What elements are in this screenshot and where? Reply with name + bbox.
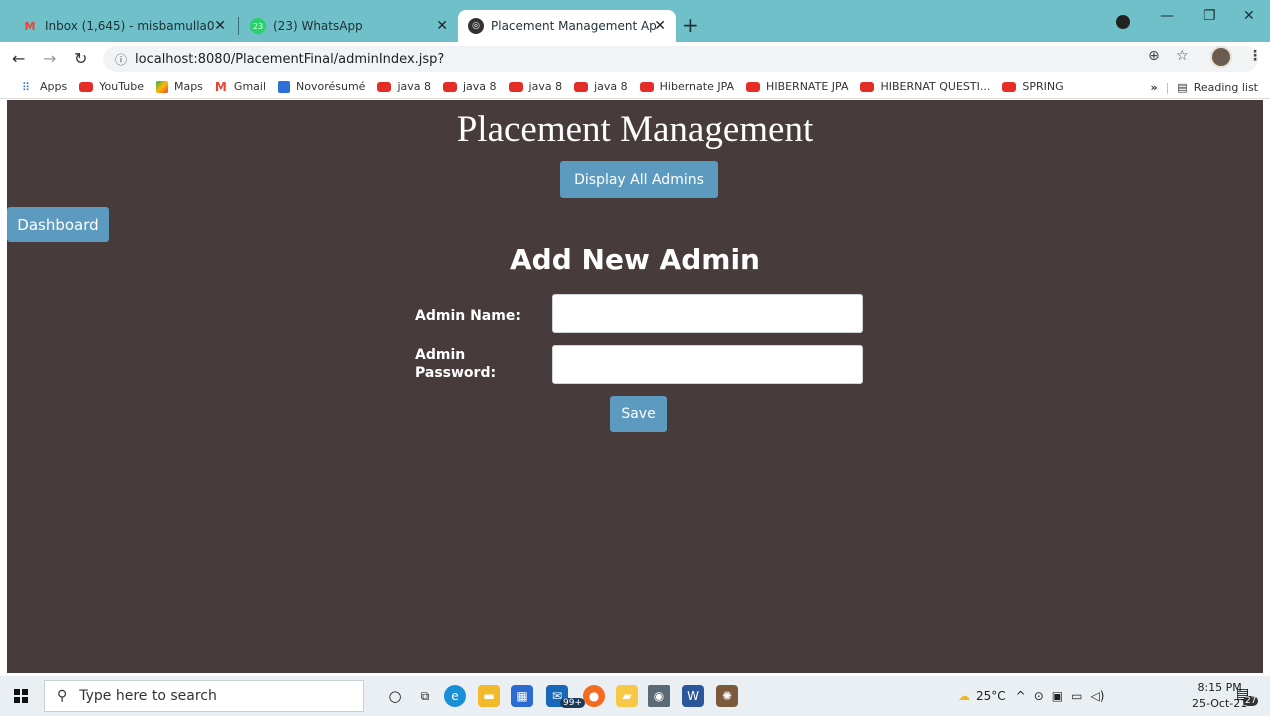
- page-content: Placement Management Display All Admins …: [7, 100, 1263, 673]
- maps-icon: [155, 80, 168, 93]
- notification-badge: 27: [1243, 696, 1259, 706]
- admin-password-field[interactable]: [552, 345, 863, 384]
- firefox-icon[interactable]: ●: [583, 685, 605, 707]
- back-icon[interactable]: ←: [12, 49, 25, 68]
- chrome-icon[interactable]: ◉: [648, 685, 670, 707]
- dashboard-button[interactable]: Dashboard: [7, 207, 109, 242]
- youtube-icon: [79, 81, 94, 92]
- search-icon: ⚲: [57, 688, 68, 704]
- gmail-icon: M: [24, 19, 36, 33]
- more-bookmarks-icon[interactable]: »: [1150, 81, 1157, 94]
- divider: |: [1165, 81, 1170, 94]
- app-icon[interactable]: ✺: [716, 685, 738, 707]
- youtube-icon: [639, 81, 654, 92]
- reading-list[interactable]: » | ▤ Reading list: [1150, 81, 1258, 94]
- bookmark-hibernat-questions[interactable]: HIBERNAT QUESTI...: [860, 80, 990, 93]
- reading-list-icon: ▤: [1177, 81, 1188, 94]
- bookmark-gmail[interactable]: M Gmail: [215, 80, 266, 94]
- avatar[interactable]: [1210, 46, 1232, 68]
- admin-password-label: Admin Password:: [415, 347, 497, 381]
- minimize-icon[interactable]: —: [1160, 8, 1174, 24]
- system-tray: ☁ 25°C ^ ⊙ ▣ ▭ ◁): [958, 676, 1112, 716]
- windows-start-icon[interactable]: [14, 689, 28, 703]
- weather-text: 25°C: [976, 689, 1006, 703]
- globe-icon: ◎: [468, 18, 484, 34]
- address-bar[interactable]: ⓘ localhost:8080/PlacementFinal/adminInd…: [103, 46, 1258, 72]
- word-icon[interactable]: W: [682, 685, 704, 707]
- bookmark-java8[interactable]: java 8: [377, 80, 431, 93]
- admin-name-field[interactable]: [552, 294, 863, 333]
- bookmark-novoresume[interactable]: Novorésumé: [278, 80, 365, 93]
- close-icon[interactable]: ✕: [654, 18, 666, 34]
- youtube-icon: [443, 81, 457, 92]
- tab-whatsapp[interactable]: 23 (23) WhatsApp ✕: [240, 10, 458, 42]
- url-text: localhost:8080/PlacementFinal/adminIndex…: [135, 51, 445, 67]
- close-icon[interactable]: ✕: [214, 18, 226, 34]
- close-icon[interactable]: ✕: [436, 18, 448, 34]
- taskbar: ⚲ Type here to search ○ ⧉ e ▬ ▦ ✉ 99+ ● …: [0, 676, 1270, 716]
- bookmarks-bar: ⠿ Apps YouTube Maps M Gmail Novorésumé jav…: [0, 75, 1270, 99]
- admin-name-label: Admin Name:: [415, 308, 521, 324]
- navigation-bar: ← → ↻ ⓘ localhost:8080/PlacementFinal/ad…: [0, 42, 1270, 75]
- profile-icon[interactable]: [1116, 15, 1130, 29]
- weather-icon[interactable]: ☁: [958, 689, 970, 703]
- taskbar-search-input[interactable]: ⚲ Type here to search: [44, 680, 364, 712]
- chevron-up-icon[interactable]: ^: [1016, 689, 1026, 703]
- tab-strip: M Inbox (1,645) - misbamulla08@g ✕ 23 (2…: [0, 0, 1270, 42]
- tab-title: Placement Management Applicat: [491, 19, 656, 33]
- file-explorer-icon[interactable]: ▬: [478, 685, 500, 707]
- tab-separator: [238, 17, 239, 35]
- novoresume-icon: [278, 80, 291, 93]
- volume-icon[interactable]: ◁): [1090, 689, 1104, 703]
- tab-placement[interactable]: ◎ Placement Management Applicat ✕: [458, 10, 676, 42]
- cortana-icon[interactable]: ○: [384, 685, 406, 707]
- network-icon[interactable]: ▣: [1052, 689, 1063, 703]
- whatsapp-icon: 23: [250, 18, 266, 34]
- gmail-icon: M: [214, 79, 227, 94]
- form-heading: Add New Admin: [510, 243, 760, 276]
- youtube-icon: [860, 81, 875, 92]
- task-view-icon[interactable]: ⧉: [414, 685, 436, 707]
- zoom-icon[interactable]: ⊕: [1148, 48, 1160, 64]
- bookmark-java8[interactable]: java 8: [574, 80, 628, 93]
- tab-title: (23) WhatsApp: [273, 19, 363, 33]
- battery-icon[interactable]: ▭: [1071, 689, 1082, 703]
- tab-title: Inbox (1,645) - misbamulla08@g: [45, 19, 215, 33]
- display-all-admins-button[interactable]: Display All Admins: [560, 161, 718, 198]
- youtube-icon: [508, 81, 523, 92]
- forward-icon[interactable]: →: [43, 49, 56, 68]
- mail-badge: 99+: [560, 698, 585, 708]
- bookmark-hibernate-jpa[interactable]: Hibernate JPA: [639, 80, 734, 93]
- folder-icon[interactable]: ▰: [616, 685, 638, 707]
- save-button[interactable]: Save: [610, 396, 667, 432]
- close-window-icon[interactable]: ✕: [1243, 8, 1255, 24]
- reload-icon[interactable]: ↻: [74, 49, 87, 68]
- tab-gmail[interactable]: M Inbox (1,645) - misbamulla08@g ✕: [12, 10, 236, 42]
- menu-icon[interactable]: ⋮: [1248, 48, 1262, 64]
- screen: M Inbox (1,645) - misbamulla08@g ✕ 23 (2…: [0, 0, 1270, 716]
- star-icon[interactable]: ☆: [1176, 48, 1189, 64]
- bookmark-java8[interactable]: java 8: [508, 80, 562, 93]
- onedrive-icon[interactable]: ⊙: [1034, 689, 1044, 703]
- youtube-icon: [377, 81, 392, 92]
- new-tab-icon[interactable]: +: [682, 13, 699, 37]
- edge-icon[interactable]: e: [444, 685, 466, 707]
- bookmark-youtube[interactable]: YouTube: [79, 80, 144, 93]
- store-icon[interactable]: ▦: [511, 685, 533, 707]
- youtube-icon: [574, 81, 589, 92]
- info-icon[interactable]: ⓘ: [115, 51, 127, 68]
- bookmark-apps[interactable]: ⠿ Apps: [22, 80, 67, 94]
- page-title: Placement Management: [456, 109, 814, 150]
- restore-icon[interactable]: ❐: [1203, 8, 1216, 24]
- youtube-icon: [746, 81, 761, 92]
- bookmark-java8[interactable]: java 8: [443, 80, 497, 93]
- youtube-icon: [1002, 81, 1017, 92]
- bookmark-maps[interactable]: Maps: [155, 80, 203, 93]
- apps-grid-icon: ⠿: [22, 80, 31, 94]
- bookmark-spring[interactable]: SPRING: [1002, 80, 1064, 93]
- bookmark-hibernate-jpa-2[interactable]: HIBERNATE JPA: [746, 80, 848, 93]
